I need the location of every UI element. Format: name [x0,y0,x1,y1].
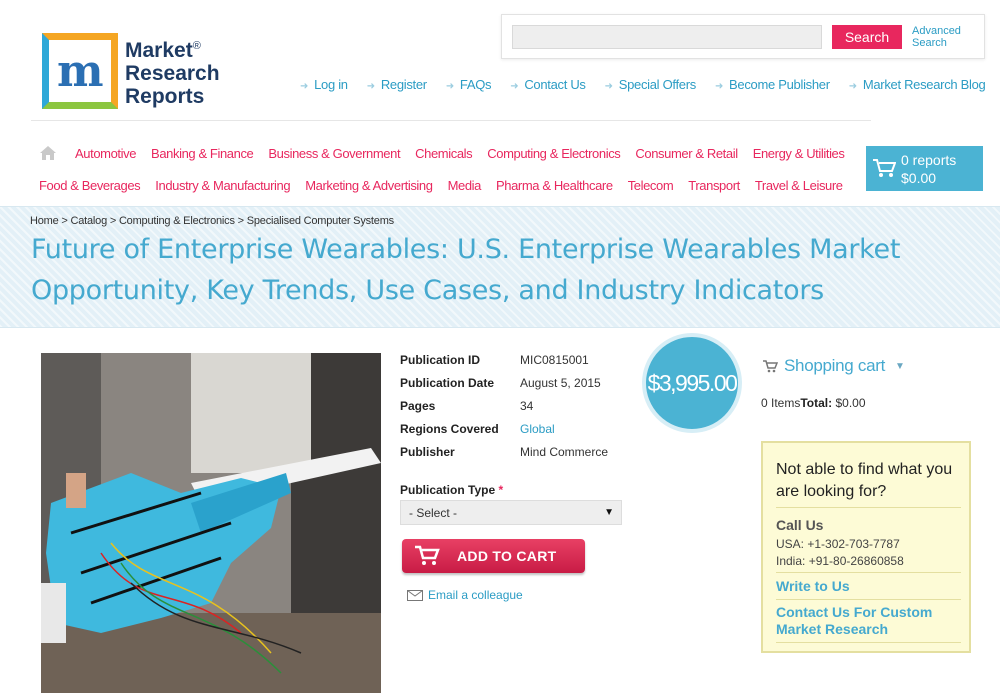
cart-report-count: 0 reports [901,152,957,168]
chevron-down-icon: ▼ [895,360,905,372]
help-question: Not able to find what you are looking fo… [776,461,953,500]
cart-icon [763,360,778,373]
header-cart[interactable]: 0 reports $0.00 [866,146,983,191]
cat-telecom[interactable]: Telecom [628,178,674,193]
register-link[interactable]: ➜ Register [367,77,427,92]
cart-summary: 0 ItemsTotal: $0.00 [761,396,866,410]
arrow-icon: ➜ [848,81,857,92]
arrow-icon: ➜ [366,81,375,92]
category-nav-row2: Food & Beverages Industry & Manufacturin… [39,178,858,193]
cat-computing-electronics[interactable]: Computing & Electronics [487,146,621,161]
divider [776,507,961,508]
breadcrumb-computing[interactable]: Computing & Electronics [119,215,235,227]
cat-energy-utilities[interactable]: Energy & Utilities [753,146,845,161]
special-offers-link[interactable]: ➜ Special Offers [604,77,697,92]
envelope-icon [407,589,423,601]
search-input[interactable] [512,25,822,49]
divider [776,572,961,573]
publication-type-select[interactable]: - Select - ▼ [400,500,622,525]
breadcrumb: Home > Catalog > Computing & Electronics… [30,215,394,227]
cat-chemicals[interactable]: Chemicals [415,146,472,161]
cat-pharma-healthcare[interactable]: Pharma & Healthcare [496,178,613,193]
advanced-search-link[interactable]: Advanced Search [912,25,961,49]
write-to-us-link[interactable]: Write to Us [776,578,966,595]
cat-business-government[interactable]: Business & Government [268,146,400,161]
divider [776,599,961,600]
cat-travel-leisure[interactable]: Travel & Leisure [755,178,843,193]
cart-icon [873,159,896,177]
breadcrumb-catalog[interactable]: Catalog [70,215,107,227]
shopping-cart-header[interactable]: Shopping cart ▼ [762,356,905,376]
divider [776,642,961,643]
arrow-icon: ➜ [445,81,454,92]
arrow-icon: ➜ [714,81,724,92]
faqs-link[interactable]: ➜ FAQs [445,77,492,92]
cat-consumer-retail[interactable]: Consumer & Retail [635,146,738,161]
arrow-icon: ➜ [510,81,519,92]
logo-text: Market® Research Reports [125,39,220,108]
caret-down-icon: ▼ [604,507,614,518]
search-box: Search Advanced Search [501,14,985,59]
cat-industry-manufacturing[interactable]: Industry & Manufacturing [155,178,290,193]
detail-row: Publication ID MIC0815001 [400,353,589,367]
cat-automotive[interactable]: Automotive [75,146,136,161]
breadcrumb-home[interactable]: Home [30,215,59,227]
login-link[interactable]: ➜ Log in [300,77,348,92]
price-badge: $3,995.00 [642,333,742,433]
publication-details: Publication ID MIC0815001 Publication Dat… [400,353,640,468]
cat-food-beverages[interactable]: Food & Beverages [39,178,141,193]
publication-type-label: Publication Type * [400,483,504,497]
india-phone: India: +91-80-26860858 [776,554,904,568]
become-publisher-link[interactable]: ➜ Become Publisher [715,77,830,92]
blog-link[interactable]: ➜ Market Research Blog [849,77,986,92]
region-link[interactable]: Global [520,422,555,445]
contact-us-link[interactable]: ➜ Contact Us [510,77,586,92]
title-banner: Home > Catalog > Computing & Electronics… [0,206,1000,328]
site-logo[interactable]: m Market® Research Reports [42,33,232,113]
cart-total: $0.00 [901,170,937,186]
custom-research-link[interactable]: Contact Us For Custom Market Research [776,604,966,638]
cat-media[interactable]: Media [448,178,482,193]
detail-row: Pages 34 [400,399,534,413]
top-links: ➜ Log in ➜ Register ➜ FAQs ➜ Contact Us ➜ Spe… [300,77,1000,92]
detail-row: Publisher Mind Commerce [400,445,609,459]
category-nav-row1: Automotive Banking & Finance Business & … [75,146,859,161]
help-box: Not able to find what you are looking fo… [761,441,971,653]
detail-row: Regions Covered Global [400,422,640,445]
detail-row: Publication Date August 5, 2015 [400,376,601,390]
cat-marketing-advertising[interactable]: Marketing & Advertising [305,178,433,193]
cat-transport[interactable]: Transport [688,178,740,193]
search-button[interactable]: Search [832,25,902,49]
product-image [41,353,381,693]
cat-banking-finance[interactable]: Banking & Finance [151,146,254,161]
usa-phone: USA: +1-302-703-7787 [776,537,900,551]
logo-mark: m [42,33,118,109]
add-to-cart-button[interactable]: ADD TO CART [402,539,585,573]
email-colleague-link[interactable]: Email a colleague [407,588,523,602]
page-title: Future of Enterprise Wearables: U.S. Ent… [31,234,901,306]
arrow-icon: ➜ [604,81,613,92]
arrow-icon: ➜ [300,81,309,92]
home-icon[interactable] [39,145,57,161]
cart-icon [415,545,440,565]
breadcrumb-specialised[interactable]: Specialised Computer Systems [247,215,394,227]
header-divider [31,120,871,121]
call-us-heading: Call Us [776,517,824,533]
